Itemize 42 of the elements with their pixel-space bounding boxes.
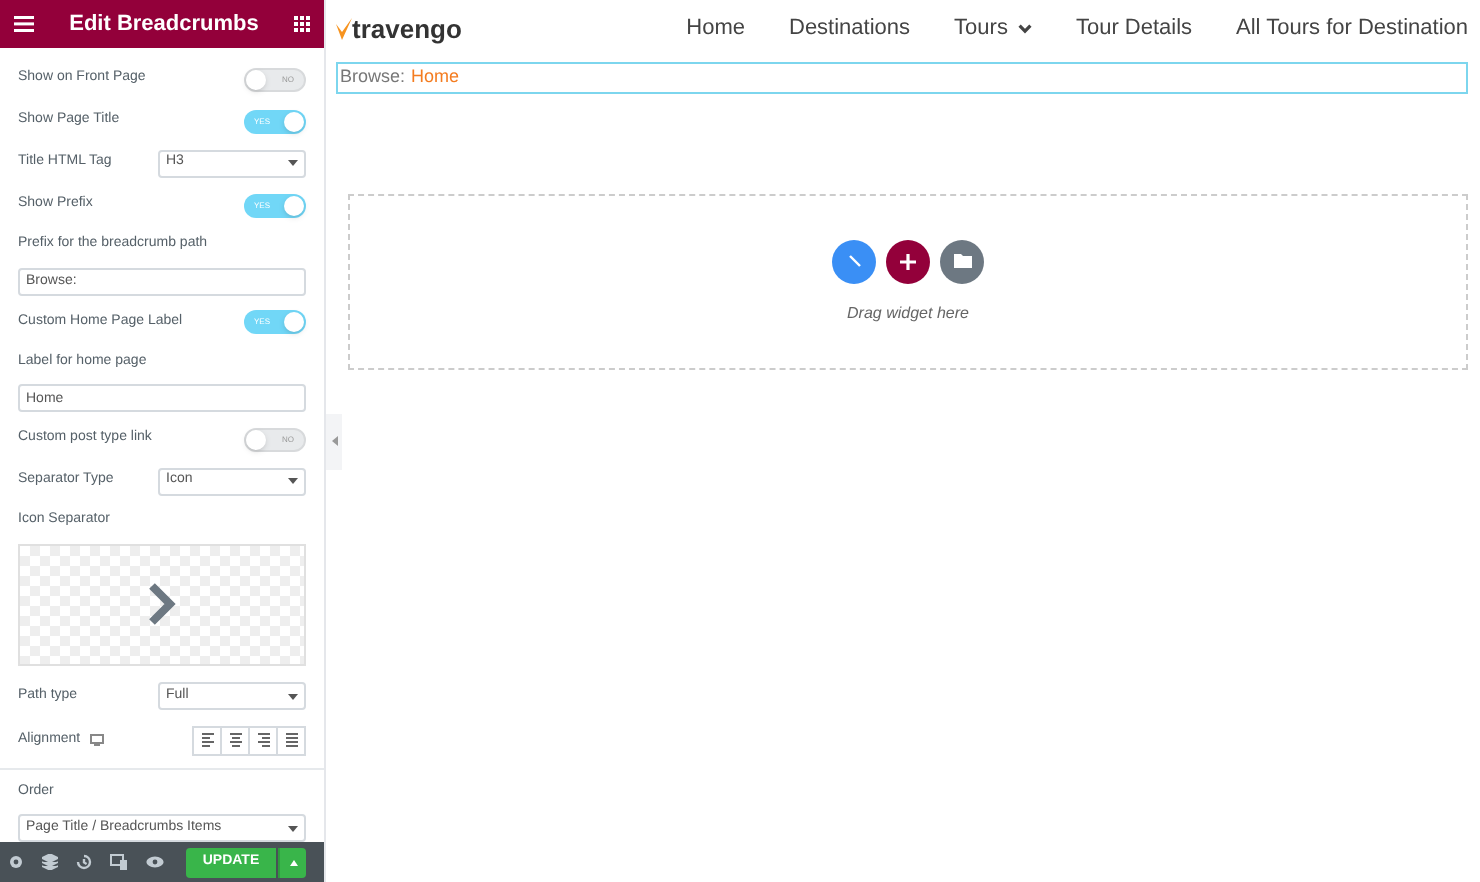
justify-icon: [285, 732, 297, 748]
responsive-icon[interactable]: [110, 854, 128, 870]
caret-down-icon: [288, 478, 298, 484]
logo-icon: [336, 17, 352, 41]
drop-hint: Drag widget here: [847, 301, 969, 325]
collapse-handle[interactable]: [326, 413, 342, 469]
caret-left-icon: [331, 436, 337, 446]
nav-link[interactable]: Tours: [954, 11, 1032, 45]
justify-button[interactable]: [276, 725, 306, 755]
nav-link[interactable]: Home: [686, 11, 745, 45]
nav-link[interactable]: All Tours for Destination: [1236, 11, 1468, 45]
nav-link[interactable]: Destinations: [789, 11, 911, 45]
eye-icon[interactable]: [146, 856, 164, 868]
add-template-button[interactable]: [832, 239, 876, 283]
caret-up-icon: [289, 859, 297, 865]
save-options-button[interactable]: [278, 847, 306, 877]
align-right-icon: [257, 732, 269, 748]
history-icon[interactable]: [76, 854, 92, 870]
add-section-button[interactable]: [886, 239, 930, 283]
align-left-icon: [201, 732, 213, 748]
folder-icon: [953, 254, 971, 268]
chevron-down-icon: [1017, 23, 1032, 33]
caret-down-icon: [288, 693, 298, 699]
plus-icon: [900, 253, 916, 269]
caret-down-icon: [288, 160, 298, 166]
caret-down-icon: [288, 825, 298, 831]
library-button[interactable]: [940, 239, 984, 283]
align-right-button[interactable]: [248, 725, 278, 755]
settings-icon[interactable]: [8, 854, 24, 870]
magic-wand-icon: [847, 254, 861, 268]
align-left-button[interactable]: [192, 725, 222, 755]
chevron-right-icon: [148, 582, 176, 626]
panel-title: Edit Breadcrumbs: [69, 9, 259, 40]
site-logo[interactable]: travengo: [352, 15, 462, 41]
breadcrumb-prefix: Browse:: [340, 64, 406, 91]
align-center-icon: [229, 732, 241, 748]
nav-link[interactable]: Tour Details: [1075, 11, 1193, 45]
desktop-icon[interactable]: [90, 734, 105, 746]
align-center-button[interactable]: [220, 725, 250, 755]
layers-icon[interactable]: [42, 854, 58, 870]
menu-icon[interactable]: [14, 16, 34, 32]
grid-icon[interactable]: [294, 16, 310, 32]
